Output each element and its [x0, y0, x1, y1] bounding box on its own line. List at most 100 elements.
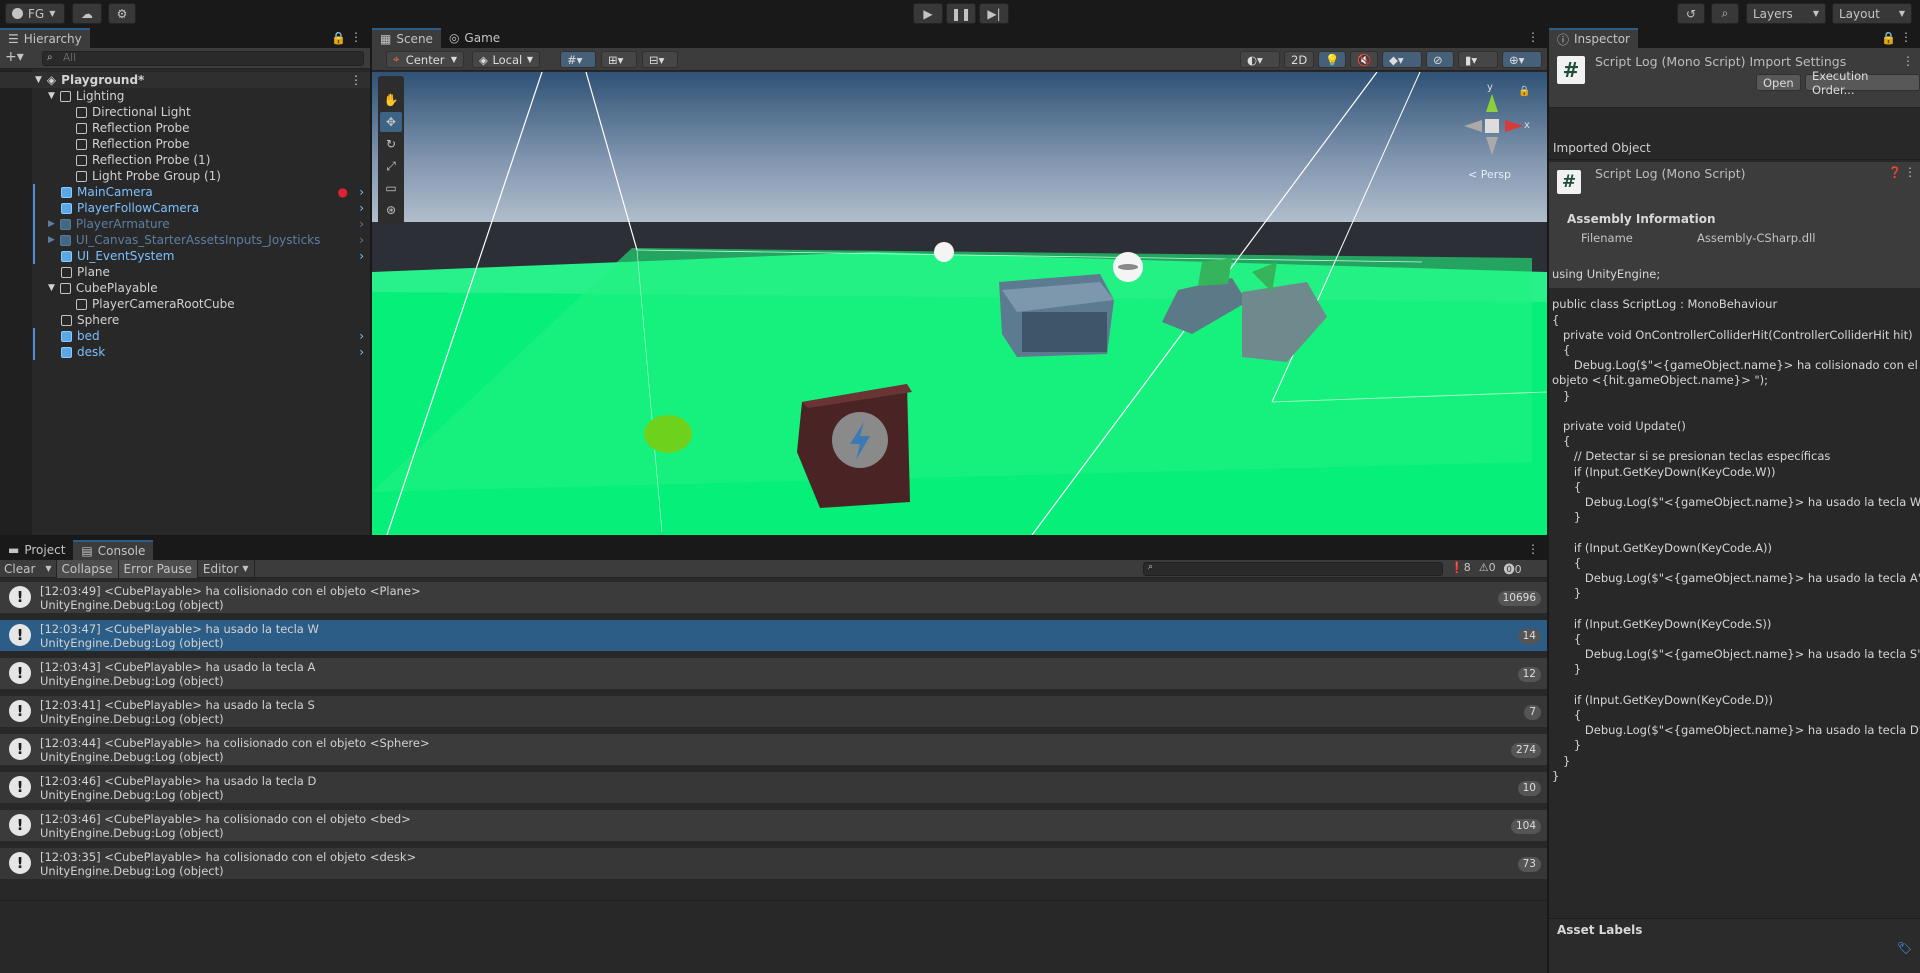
persp-label[interactable]: < Persp: [1468, 168, 1511, 181]
hierarchy-item[interactable]: Sphere: [0, 312, 370, 328]
tab-hierarchy[interactable]: ☰ Hierarchy: [0, 28, 90, 48]
draw-mode-dropdown[interactable]: ◐▾: [1240, 51, 1280, 68]
chevron-right-icon[interactable]: ›: [359, 201, 364, 215]
execution-order-button[interactable]: Execution Order...: [1805, 69, 1920, 97]
cloud-button[interactable]: ☁: [72, 3, 102, 24]
scene-viewport[interactable]: ✋ ✥ ↻ ⤢ ▭ ⊛ y x 🔒 < Persp: [372, 72, 1547, 535]
rect-tool-icon[interactable]: ▭: [380, 178, 402, 198]
hierarchy-item[interactable]: Plane: [0, 264, 370, 280]
open-button[interactable]: Open: [1756, 74, 1801, 91]
tag-icon[interactable]: 🏷: [1897, 941, 1912, 955]
camera-dropdown[interactable]: ▮▾: [1458, 51, 1498, 68]
tab-game[interactable]: ◎ Game: [441, 28, 508, 48]
effects-dropdown[interactable]: ◆▾: [1382, 51, 1422, 68]
audio-toggle[interactable]: 🔇: [1350, 51, 1378, 68]
error-count-toggle[interactable]: ⓿0: [1504, 561, 1522, 577]
log-row[interactable]: ! [12:03:43] <CubePlayable> ha usado la t…: [0, 658, 1547, 689]
more-icon[interactable]: ⋮: [1900, 30, 1912, 44]
log-row[interactable]: ! [12:03:44] <CubePlayable> ha colisionad…: [0, 734, 1547, 765]
log-count-badge: 73: [1517, 857, 1541, 872]
hidden-objects-toggle[interactable]: ⊘: [1426, 51, 1454, 68]
error-pause-toggle[interactable]: Error Pause: [118, 559, 198, 578]
tab-console[interactable]: ▤ Console: [73, 540, 154, 560]
gizmos-dropdown[interactable]: ⊕▾: [1502, 51, 1542, 68]
move-tool-icon[interactable]: ✥: [380, 112, 402, 132]
tab-inspector[interactable]: ⓘ Inspector: [1549, 28, 1638, 48]
log-row[interactable]: ! [12:03:41] <CubePlayable> ha usado la t…: [0, 696, 1547, 727]
add-icon[interactable]: +▾: [5, 49, 24, 65]
tab-project[interactable]: ▬ Project: [0, 540, 73, 560]
hierarchy-item[interactable]: Directional Light: [0, 104, 370, 120]
hierarchy-item[interactable]: ▼ Lighting: [0, 88, 370, 104]
log-row[interactable]: ! [12:03:47] <CubePlayable> ha usado la t…: [0, 620, 1547, 651]
help-icon[interactable]: ❓: [1888, 166, 1902, 179]
collab-settings-button[interactable]: ⚙: [108, 3, 136, 24]
more-icon[interactable]: ⋮: [350, 73, 362, 87]
play-button[interactable]: ▶: [913, 3, 943, 24]
hierarchy-item[interactable]: Reflection Probe: [0, 120, 370, 136]
log-row[interactable]: ! [12:03:35] <CubePlayable> ha colisionad…: [0, 848, 1547, 879]
scene-row[interactable]: ▼ ◈ Playground* ⋮: [0, 72, 370, 88]
hierarchy-item[interactable]: Reflection Probe (1): [0, 152, 370, 168]
more-icon[interactable]: ⋮: [1902, 54, 1914, 68]
collapse-toggle[interactable]: Collapse: [56, 559, 119, 578]
account-button[interactable]: FG ▼: [5, 3, 65, 24]
hand-tool-icon[interactable]: ✋: [380, 90, 402, 110]
hierarchy-item[interactable]: UI_EventSystem ›: [0, 248, 370, 264]
log-row[interactable]: ! [12:03:46] <CubePlayable> ha colisionad…: [0, 810, 1547, 841]
editor-dropdown[interactable]: Editor ▼: [198, 559, 255, 578]
rotate-tool-icon[interactable]: ↻: [380, 134, 402, 154]
hierarchy-item[interactable]: PlayerFollowCamera ›: [0, 200, 370, 216]
console-splitter[interactable]: [0, 900, 1547, 901]
align-button[interactable]: ⊟▾: [642, 51, 678, 68]
pause-button[interactable]: ❚❚: [946, 3, 976, 24]
hierarchy-search-input[interactable]: ⌕ All: [42, 51, 364, 66]
hierarchy-item[interactable]: ▼ CubePlayable: [0, 280, 370, 296]
hierarchy-item[interactable]: Reflection Probe: [0, 136, 370, 152]
chevron-right-icon[interactable]: ›: [359, 345, 364, 359]
2d-toggle[interactable]: 2D: [1284, 51, 1314, 68]
lighting-toggle[interactable]: 💡: [1318, 51, 1346, 68]
hierarchy-item[interactable]: bed ›: [0, 328, 370, 344]
warn-count-toggle[interactable]: ⚠0: [1479, 561, 1496, 577]
log-message: [12:03:49] <CubePlayable> ha colisionado…: [40, 583, 421, 598]
hierarchy-item[interactable]: desk ›: [0, 344, 370, 360]
space-dropdown[interactable]: ◈ Local ▼: [472, 51, 540, 68]
clear-button[interactable]: Clear ▼: [0, 559, 57, 578]
chevron-right-icon[interactable]: ›: [359, 185, 364, 199]
scale-tool-icon[interactable]: ⤢: [380, 156, 402, 176]
more-icon[interactable]: ⋮: [350, 30, 362, 44]
layout-dropdown[interactable]: Layout ▼: [1832, 3, 1912, 24]
chevron-right-icon[interactable]: ›: [359, 217, 364, 231]
layers-dropdown[interactable]: Layers ▼: [1746, 3, 1826, 24]
log-row[interactable]: ! [12:03:46] <CubePlayable> ha usado la t…: [0, 772, 1547, 803]
pivot-dropdown[interactable]: ⌖ Center ▼: [386, 51, 464, 68]
hierarchy-item[interactable]: MainCamera ● ›: [0, 184, 370, 200]
more-icon[interactable]: ⋮: [1904, 165, 1916, 179]
log-row[interactable]: ! [12:03:49] <CubePlayable> ha colisionad…: [0, 582, 1547, 613]
chevron-right-icon[interactable]: ›: [359, 249, 364, 263]
increment-snap-button[interactable]: ⊞▾: [601, 51, 637, 68]
orientation-gizmo[interactable]: y x 🔒: [1452, 82, 1542, 177]
transform-tool-icon[interactable]: ⊛: [380, 200, 402, 220]
chevron-right-icon[interactable]: ›: [359, 233, 364, 247]
hierarchy-item[interactable]: ▶ UI_Canvas_StarterAssetsInputs_Joysticks…: [0, 232, 370, 248]
gameobject-icon: [76, 106, 87, 118]
hierarchy-item[interactable]: Light Probe Group (1): [0, 168, 370, 184]
log-count-toggle[interactable]: ❗8: [1450, 561, 1471, 577]
hierarchy-item[interactable]: PlayerCameraRootCube: [0, 296, 370, 312]
more-icon[interactable]: ⋮: [1527, 30, 1539, 44]
hierarchy-item[interactable]: ▶ PlayerArmature ›: [0, 216, 370, 232]
step-button[interactable]: ▶|: [979, 3, 1009, 24]
history-icon: ↺: [1685, 6, 1697, 21]
console-search-input[interactable]: ⌕: [1143, 562, 1443, 576]
lock-icon[interactable]: 🔒: [331, 31, 346, 45]
search-button[interactable]: ⌕: [1711, 3, 1739, 24]
more-icon[interactable]: ⋮: [1527, 542, 1539, 556]
chevron-right-icon[interactable]: ›: [359, 329, 364, 343]
lock-icon[interactable]: 🔒: [1518, 86, 1530, 97]
undo-history-button[interactable]: ↺: [1677, 3, 1705, 24]
grid-snap-button[interactable]: #▾: [560, 51, 596, 68]
tab-scene[interactable]: ▦ Scene: [372, 28, 441, 48]
lock-icon[interactable]: 🔒: [1881, 31, 1896, 45]
